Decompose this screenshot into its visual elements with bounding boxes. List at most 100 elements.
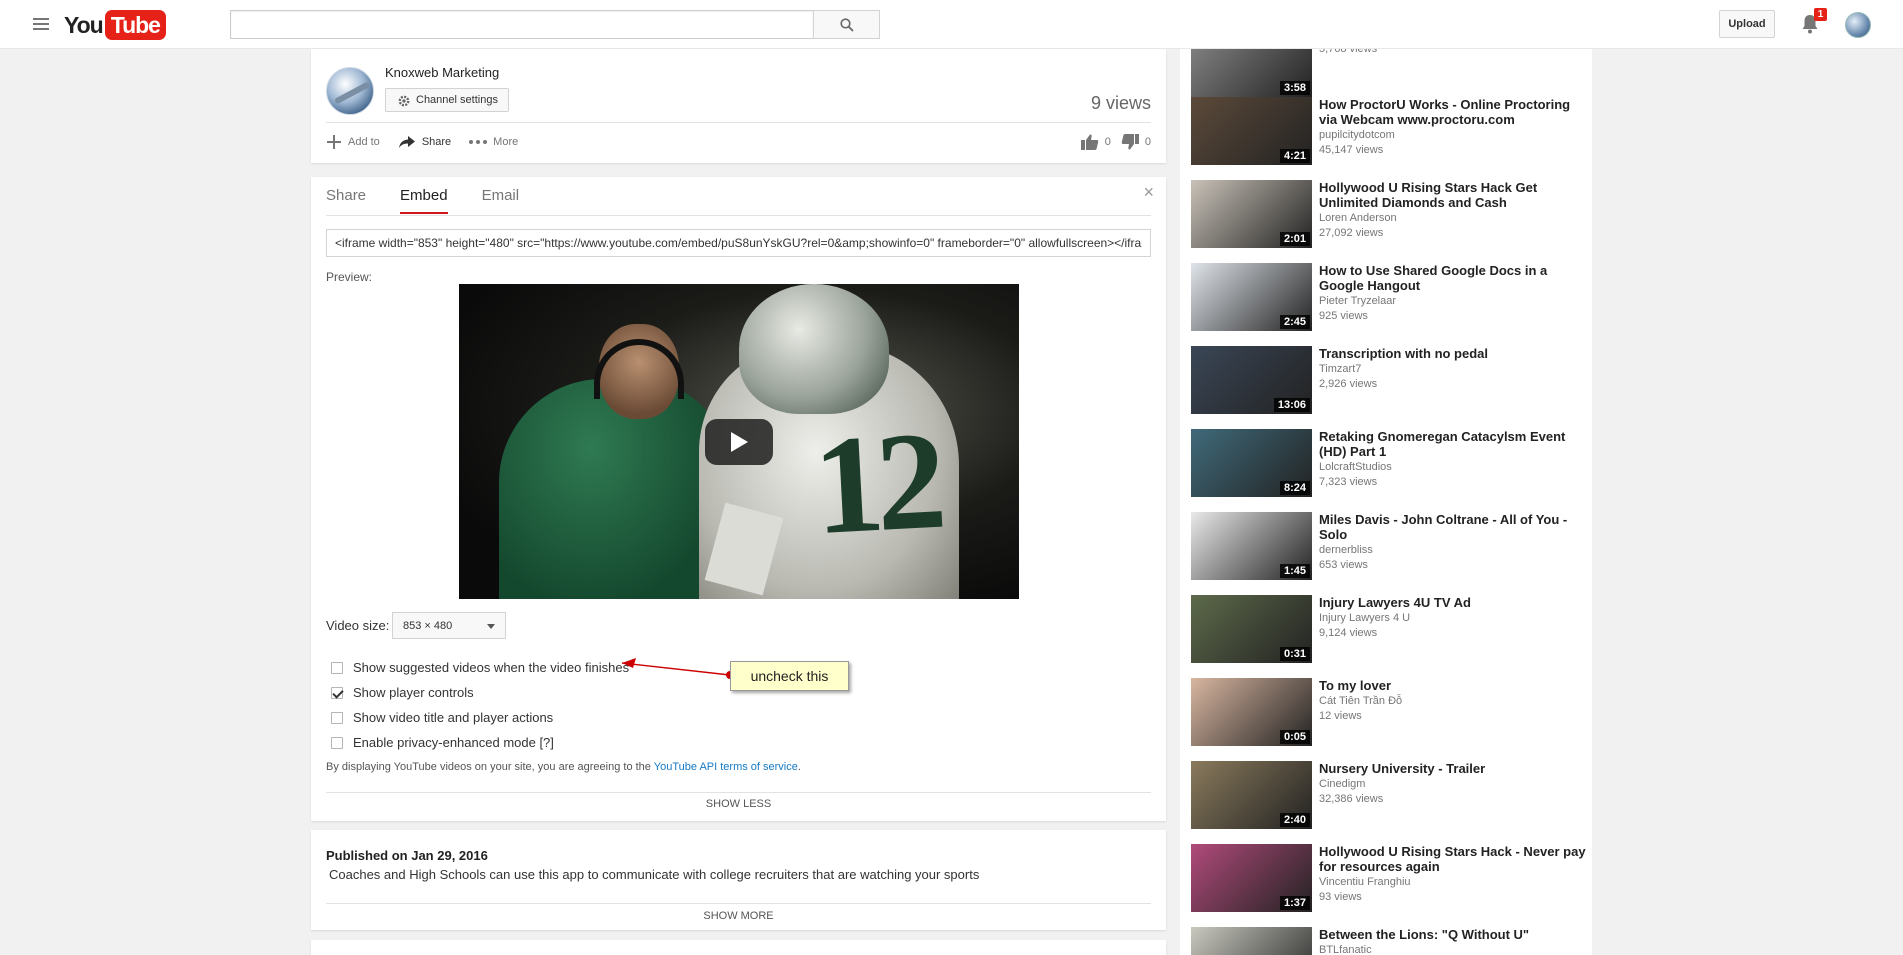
video-title[interactable]: Hollywood U Rising Stars Hack Get Unlimi…	[1319, 180, 1589, 210]
show-more-button[interactable]: SHOW MORE	[311, 910, 1166, 922]
show-less-button[interactable]: SHOW LESS	[311, 798, 1166, 810]
share-arrow-icon	[398, 136, 415, 148]
related-video-item[interactable]: Between the Lions: "Q Without U" BTLfanat…	[1191, 927, 1591, 955]
option-label: Enable privacy-enhanced mode [?]	[353, 735, 554, 750]
related-video-item[interactable]: 2:01 Hollywood U Rising Stars Hack Get Un…	[1191, 180, 1591, 250]
video-thumbnail[interactable]	[1191, 927, 1312, 955]
tab-embed[interactable]: Embed	[400, 187, 448, 214]
video-views: 27,092 views	[1319, 227, 1384, 239]
related-video-item[interactable]: 3:58Snake Lee5,768 views	[1191, 49, 1591, 99]
video-views: 32,386 views	[1319, 793, 1384, 805]
video-title[interactable]: Between the Lions: "Q Without U"	[1319, 927, 1589, 942]
tab-email[interactable]: Email	[482, 187, 520, 214]
menu-icon[interactable]	[33, 18, 49, 30]
video-channel: LolcraftStudios	[1319, 461, 1392, 473]
api-terms-link[interactable]: YouTube API terms of service	[654, 761, 798, 773]
video-thumbnail[interactable]: 2:01	[1191, 180, 1312, 248]
action-bar: Add to Share More	[326, 134, 518, 150]
dislike-count: 0	[1144, 136, 1151, 148]
video-title[interactable]: Miles Davis - John Coltrane - All of You…	[1319, 512, 1589, 542]
video-duration: 2:45	[1279, 315, 1310, 329]
close-icon[interactable]: ×	[1143, 182, 1154, 203]
more-dots-icon	[469, 140, 488, 144]
checkbox-title-actions[interactable]	[331, 711, 343, 724]
video-thumbnail[interactable]: 0:05	[1191, 678, 1312, 746]
video-thumbnail[interactable]: 3:58	[1191, 49, 1312, 97]
video-size-select[interactable]: 853 × 480	[392, 612, 506, 639]
embed-code-input[interactable]	[326, 229, 1151, 257]
notification-badge: 1	[1814, 8, 1827, 21]
masthead: You Tube Upload 1	[0, 0, 1903, 49]
related-videos-sidebar: 3:58Snake Lee5,768 views 4:21 How ProctorU…	[1180, 49, 1592, 955]
channel-name[interactable]: Knoxweb Marketing	[385, 65, 499, 80]
checkbox-privacy-mode[interactable]	[331, 736, 343, 749]
video-thumbnail[interactable]: 13:06	[1191, 346, 1312, 414]
upload-button[interactable]: Upload	[1719, 10, 1775, 38]
divider	[326, 792, 1151, 793]
checkbox-suggested-videos[interactable]	[331, 661, 343, 674]
video-title[interactable]: Hollywood U Rising Stars Hack - Never pa…	[1319, 844, 1589, 874]
channel-settings-button[interactable]: Channel settings	[385, 88, 509, 112]
video-title[interactable]: Transcription with no pedal	[1319, 346, 1589, 361]
video-thumbnail[interactable]: 4:21	[1191, 97, 1312, 165]
comments-card	[311, 940, 1166, 955]
video-channel: pupilcitydotcom	[1319, 129, 1395, 141]
play-button[interactable]	[705, 419, 773, 465]
search-button[interactable]	[813, 10, 880, 39]
share-tabs: Share Embed Email	[326, 187, 519, 214]
option-privacy-mode[interactable]: Enable privacy-enhanced mode [?]	[331, 735, 554, 750]
option-label: Show player controls	[353, 685, 474, 700]
checkbox-player-controls[interactable]	[331, 686, 343, 699]
video-views: 93 views	[1319, 891, 1362, 903]
video-duration: 3:58	[1279, 81, 1310, 95]
annotation-arrow	[621, 658, 734, 679]
video-preview[interactable]: 12	[459, 284, 1019, 599]
video-size-label: Video size:	[326, 618, 390, 633]
video-channel: Vincentiu Franghiu	[1319, 876, 1411, 888]
related-video-item[interactable]: 8:24 Retaking Gnomeregan Catacylsm Event …	[1191, 429, 1591, 499]
description-card: Published on Jan 29, 2016 Coaches and Hi…	[311, 830, 1166, 930]
video-channel: Loren Anderson	[1319, 212, 1397, 224]
gear-icon	[398, 95, 410, 107]
more-label: More	[493, 136, 519, 148]
video-channel: BTLfanatic	[1319, 944, 1372, 955]
related-video-item[interactable]: 2:40 Nursery University - Trailer Cinedigm…	[1191, 761, 1591, 831]
video-thumbnail[interactable]: 8:24	[1191, 429, 1312, 497]
related-video-item[interactable]: 2:45 How to Use Shared Google Docs in a G…	[1191, 263, 1591, 333]
add-to-button[interactable]: Add to	[326, 134, 380, 150]
video-duration: 13:06	[1273, 398, 1310, 412]
video-thumbnail[interactable]: 1:45	[1191, 512, 1312, 580]
option-label: Show video title and player actions	[353, 710, 554, 725]
option-title-actions[interactable]: Show video title and player actions	[331, 710, 553, 725]
video-title[interactable]: To my lover	[1319, 678, 1589, 693]
share-button[interactable]: Share	[398, 135, 451, 149]
tab-share[interactable]: Share	[326, 187, 366, 214]
video-title[interactable]: Nursery University - Trailer	[1319, 761, 1589, 776]
option-player-controls[interactable]: Show player controls	[331, 685, 474, 700]
related-video-item[interactable]: 13:06 Transcription with no pedal Timzart7…	[1191, 346, 1591, 416]
like-button[interactable]: 0	[1080, 134, 1111, 150]
video-title[interactable]: How to Use Shared Google Docs in a Googl…	[1319, 263, 1589, 293]
video-title[interactable]: Retaking Gnomeregan Catacylsm Event (HD)…	[1319, 429, 1589, 459]
related-video-item[interactable]: 0:05 To my lover Cát Tiên Trần Đỗ 12 views	[1191, 678, 1591, 748]
search-input[interactable]	[230, 10, 813, 39]
video-title[interactable]: How ProctorU Works - Online Proctoring v…	[1319, 97, 1589, 127]
related-video-item[interactable]: 4:21 How ProctorU Works - Online Proctori…	[1191, 97, 1591, 167]
option-suggested-videos[interactable]: Show suggested videos when the video fin…	[331, 660, 629, 675]
account-avatar[interactable]	[1845, 12, 1871, 38]
more-button[interactable]: More	[469, 136, 518, 148]
video-thumbnail[interactable]: 1:37	[1191, 844, 1312, 912]
related-video-item[interactable]: 1:45 Miles Davis - John Coltrane - All of…	[1191, 512, 1591, 582]
video-thumbnail[interactable]: 2:40	[1191, 761, 1312, 829]
channel-avatar[interactable]	[326, 67, 374, 115]
video-thumbnail[interactable]: 0:31	[1191, 595, 1312, 663]
related-video-item[interactable]: 1:37 Hollywood U Rising Stars Hack - Neve…	[1191, 844, 1591, 914]
related-video-item[interactable]: 0:31 Injury Lawyers 4U TV Ad Injury Lawyer…	[1191, 595, 1591, 665]
description-text: Coaches and High Schools can use this ap…	[329, 867, 980, 882]
dislike-button[interactable]: 0	[1121, 134, 1151, 150]
video-thumbnail[interactable]: 2:45	[1191, 263, 1312, 331]
video-title[interactable]: Injury Lawyers 4U TV Ad	[1319, 595, 1589, 610]
logo-tube-text: Tube	[104, 10, 166, 40]
video-channel: Injury Lawyers 4 U	[1319, 612, 1411, 624]
youtube-logo[interactable]: You Tube	[64, 10, 166, 40]
